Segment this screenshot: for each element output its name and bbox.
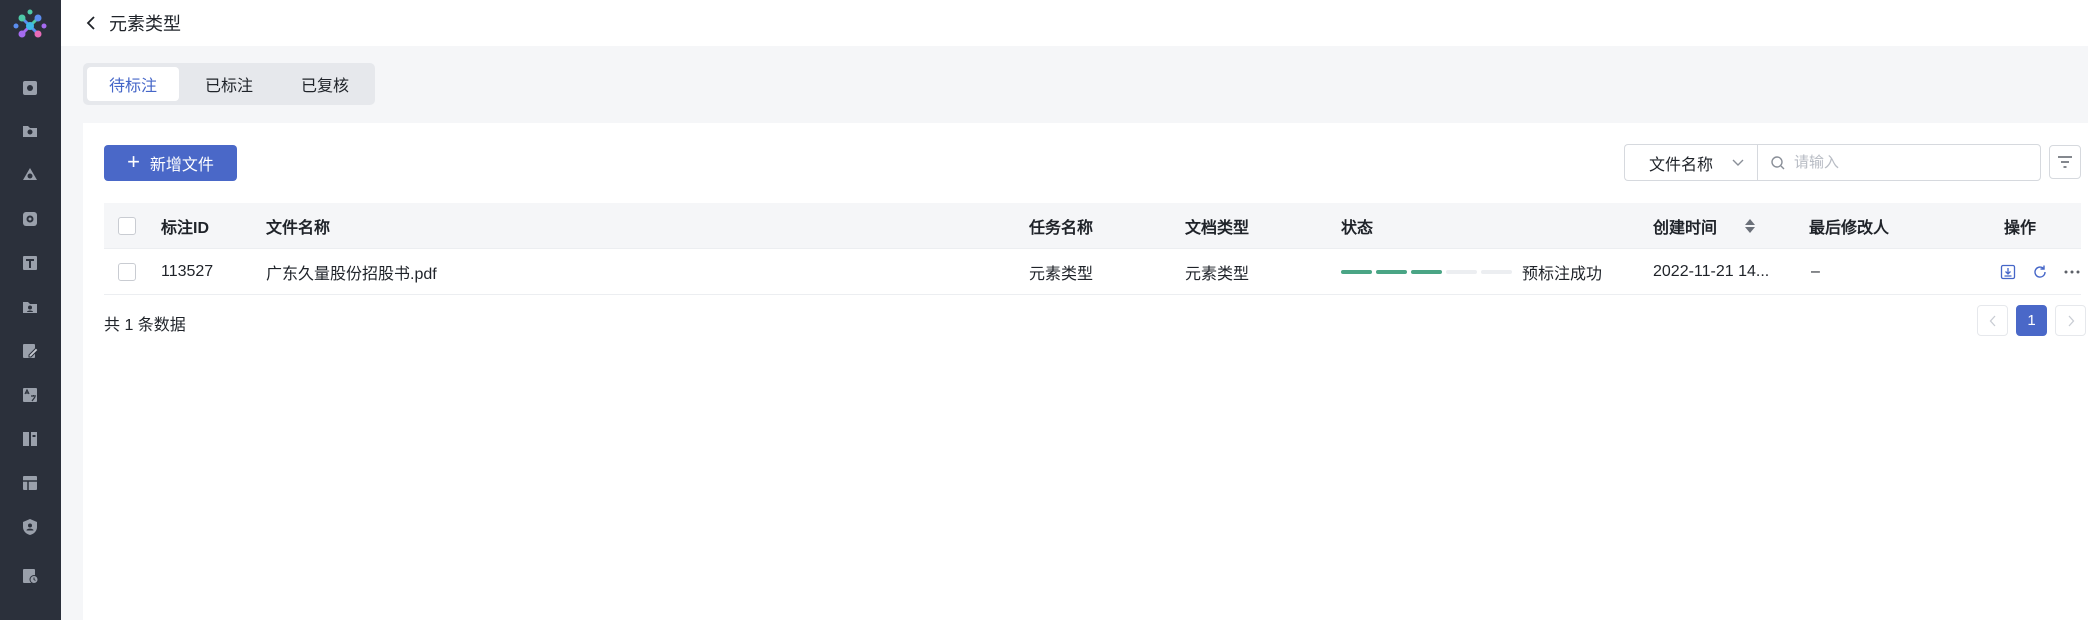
- column-header: 任务名称: [1029, 220, 1094, 237]
- annotate-icon[interactable]: [20, 341, 40, 361]
- search-box: [1757, 144, 2041, 181]
- prev-page-button[interactable]: [1977, 305, 2008, 336]
- progress-segment: [1376, 270, 1407, 274]
- badge-icon[interactable]: [20, 209, 40, 229]
- column-header: 文件名称: [266, 220, 331, 237]
- search-input[interactable]: [1794, 154, 2034, 171]
- shapes-icon[interactable]: [20, 165, 40, 185]
- actions-cell: [1999, 249, 2081, 295]
- tab-annotated[interactable]: 已标注: [183, 67, 275, 101]
- tab-reviewed[interactable]: 已复核: [279, 67, 371, 101]
- next-page-button[interactable]: [2055, 305, 2086, 336]
- filter-button[interactable]: [2049, 145, 2081, 179]
- settings-box-icon[interactable]: [20, 78, 40, 98]
- pagination: 1: [1977, 305, 2086, 336]
- filter-icon: [2058, 156, 2072, 168]
- file-name-link[interactable]: 广东久量股份招股书.pdf: [266, 249, 437, 295]
- progress-segment: [1446, 270, 1477, 274]
- folder-person-icon[interactable]: [20, 297, 40, 317]
- status-cell: 预标注成功: [1341, 249, 1602, 295]
- file-list-card: + 新增文件 文件名称 标注ID 文件名称 任务名称 文档类型 状态 创建时间 …: [83, 123, 2088, 620]
- total-count: 共 1 条数据: [104, 317, 186, 334]
- folder-gear-icon[interactable]: [20, 121, 40, 141]
- search-field-select[interactable]: 文件名称: [1624, 144, 1757, 181]
- table-row: 113527 广东久量股份招股书.pdf 元素类型 元素类型 预标注成功 202…: [104, 249, 2081, 295]
- doc-history-icon[interactable]: [20, 566, 40, 586]
- column-header: 创建时间: [1653, 220, 1718, 237]
- page-title: 元素类型: [109, 14, 181, 34]
- column-header: 文档类型: [1185, 220, 1250, 237]
- text-icon[interactable]: [20, 253, 40, 273]
- add-file-label: 新增文件: [149, 157, 214, 174]
- created-sort-header[interactable]: 创建时间: [1653, 203, 1756, 249]
- book-icon[interactable]: [20, 429, 40, 449]
- progress-segment: [1341, 270, 1372, 274]
- task-name: 元素类型: [1029, 266, 1094, 283]
- status-text: 预标注成功: [1522, 266, 1603, 283]
- chevron-left-icon: [1989, 315, 1995, 326]
- back-arrow-icon[interactable]: [81, 13, 101, 33]
- annotation-id: 113527: [161, 263, 214, 280]
- column-header: 操作: [2004, 220, 2037, 237]
- progress-segment: [1481, 270, 1512, 274]
- chevron-down-icon: [1732, 159, 1744, 166]
- chevron-right-icon: [2068, 315, 2074, 326]
- column-header: 状态: [1341, 220, 1374, 237]
- translate-icon[interactable]: [20, 385, 40, 405]
- sidebar: [0, 0, 61, 620]
- column-header: 标注ID: [161, 220, 210, 237]
- more-icon[interactable]: [2063, 263, 2081, 281]
- table-header: 标注ID 文件名称 任务名称 文档类型 状态 创建时间 最后修改人 操作: [104, 203, 2081, 249]
- plus-icon: +: [127, 149, 140, 174]
- status-progress: [1341, 270, 1512, 274]
- column-header: 最后修改人: [1809, 220, 1890, 237]
- table-icon[interactable]: [20, 473, 40, 493]
- refresh-icon[interactable]: [2031, 263, 2049, 281]
- row-checkbox[interactable]: [118, 263, 136, 281]
- app-logo[interactable]: [8, 4, 52, 48]
- last-modifier: –: [1811, 263, 1820, 280]
- select-all-cell: [118, 203, 136, 249]
- search-group: 文件名称: [1624, 144, 2041, 181]
- select-all-checkbox[interactable]: [118, 217, 136, 235]
- search-field-value: 文件名称: [1649, 156, 1714, 174]
- tab-pending[interactable]: 待标注: [87, 67, 180, 101]
- shield-user-icon[interactable]: [20, 517, 40, 537]
- add-file-button[interactable]: + 新增文件: [104, 145, 237, 181]
- status-tabs: 待标注 已标注 已复核: [83, 63, 376, 105]
- progress-segment: [1411, 270, 1442, 274]
- page-number[interactable]: 1: [2016, 305, 2047, 336]
- search-icon: [1771, 155, 1785, 169]
- row-select-cell: [118, 249, 136, 295]
- top-bar: 元素类型: [61, 0, 2088, 46]
- created-time: 2022-11-21 14...: [1653, 263, 1770, 280]
- doc-type: 元素类型: [1185, 266, 1250, 283]
- download-icon[interactable]: [1999, 263, 2017, 281]
- sort-icon: [1745, 219, 1756, 233]
